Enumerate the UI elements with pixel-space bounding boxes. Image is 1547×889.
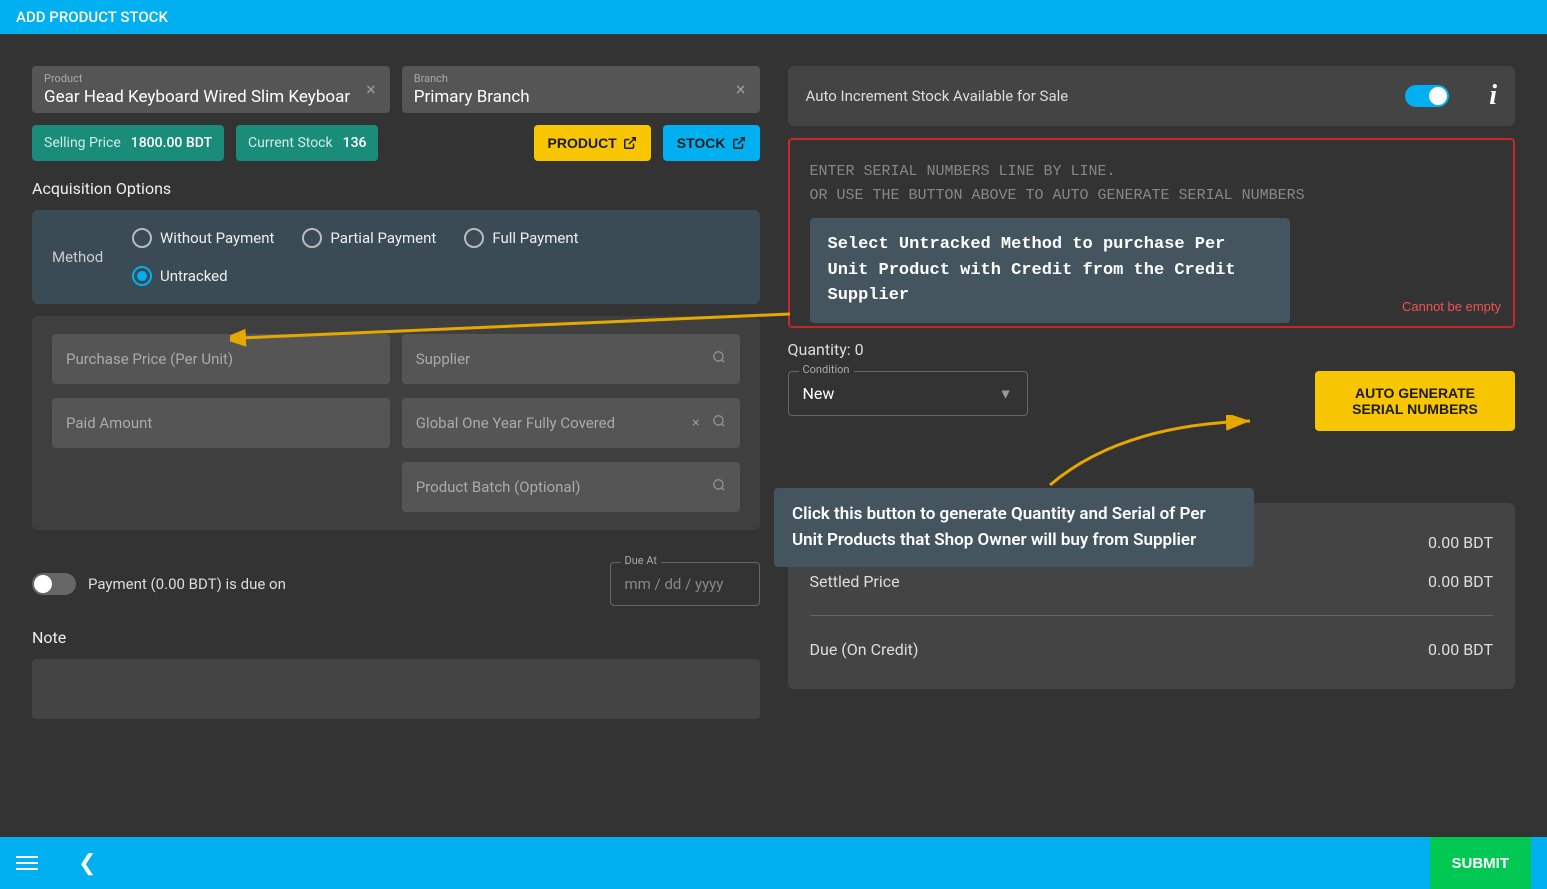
branch-value: Primary Branch	[414, 87, 748, 107]
due-at-placeholder: mm / dd / yyyy	[625, 575, 724, 593]
note-label: Note	[32, 628, 760, 647]
method-label: Method	[52, 248, 112, 266]
selling-price-label: Selling Price	[44, 135, 121, 151]
warranty-input[interactable]: Global One Year Fully Covered ×	[402, 398, 740, 448]
current-stock-value: 136	[343, 135, 367, 151]
due-at-field[interactable]: Due At mm / dd / yyyy	[610, 562, 760, 606]
clear-product-icon[interactable]: ×	[366, 79, 376, 100]
auto-generate-button[interactable]: AUTO GENERATE SERIAL NUMBERS	[1315, 371, 1515, 431]
auto-increment-row: Auto Increment Stock Available for Sale …	[788, 66, 1516, 126]
info-icon[interactable]: i	[1489, 80, 1497, 112]
branch-field[interactable]: Branch Primary Branch ×	[402, 66, 760, 113]
product-button-label: PRODUCT	[548, 135, 617, 151]
condition-value: New	[803, 384, 835, 403]
tooltip-untracked: Select Untracked Method to purchase Per …	[810, 218, 1290, 323]
radio-icon	[132, 228, 152, 248]
page-title: ADD PRODUCT STOCK	[16, 8, 168, 26]
payment-due-toggle[interactable]	[32, 573, 76, 595]
placeholder-text: Purchase Price (Per Unit)	[66, 350, 233, 368]
due-at-label: Due At	[621, 554, 662, 567]
current-stock-label: Current Stock	[248, 135, 333, 151]
due-row: Due (On Credit) 0.00 BDT	[810, 630, 1494, 669]
submit-button[interactable]: SUBMIT	[1430, 837, 1532, 889]
radio-label: Full Payment	[492, 229, 578, 247]
branch-label: Branch	[414, 72, 748, 85]
placeholder-text: Supplier	[416, 350, 470, 368]
radio-label: Partial Payment	[330, 229, 436, 247]
warranty-value: Global One Year Fully Covered	[416, 414, 615, 432]
stock-button[interactable]: STOCK	[663, 125, 760, 161]
radio-full-payment[interactable]: Full Payment	[464, 228, 578, 248]
auto-increment-label: Auto Increment Stock Available for Sale	[806, 87, 1069, 105]
price-value: 0.00 BDT	[1428, 533, 1493, 552]
external-link-icon	[623, 136, 637, 150]
method-panel: Method Without Payment Partial Payment F…	[32, 210, 760, 304]
current-stock-badge: Current Stock 136	[236, 125, 378, 161]
price-value: 0.00 BDT	[1428, 572, 1493, 591]
radio-icon	[464, 228, 484, 248]
serial-error-text: Cannot be empty	[1402, 297, 1501, 318]
settled-row: Settled Price 0.00 BDT	[810, 562, 1494, 601]
price-label: Settled Price	[810, 572, 900, 591]
search-icon[interactable]	[712, 414, 726, 432]
radio-label: Without Payment	[160, 229, 274, 247]
price-value: 0.00 BDT	[1428, 640, 1493, 659]
back-icon[interactable]: ❮	[78, 851, 96, 876]
serial-placeholder-line: ENTER SERIAL NUMBERS LINE BY LINE.	[810, 160, 1494, 184]
paid-amount-input[interactable]: Paid Amount	[52, 398, 390, 448]
serial-placeholder-line: OR USE THE BUTTON ABOVE TO AUTO GENERATE…	[810, 184, 1494, 208]
external-link-icon	[732, 136, 746, 150]
fields-panel: Purchase Price (Per Unit) Supplier Paid …	[32, 316, 760, 530]
condition-label: Condition	[799, 363, 854, 376]
page-title-bar: ADD PRODUCT STOCK	[0, 0, 1547, 34]
selling-price-value: 1800.00 BDT	[131, 135, 212, 151]
product-button[interactable]: PRODUCT	[534, 125, 651, 161]
placeholder-text: Product Batch (Optional)	[416, 478, 581, 496]
supplier-input[interactable]: Supplier	[402, 334, 740, 384]
price-label: Due (On Credit)	[810, 640, 919, 659]
tooltip-autogen: Click this button to generate Quantity a…	[774, 488, 1254, 567]
placeholder-text: Paid Amount	[66, 414, 152, 432]
condition-select[interactable]: Condition New ▼	[788, 371, 1028, 416]
serial-numbers-textarea[interactable]: ENTER SERIAL NUMBERS LINE BY LINE. OR US…	[788, 138, 1516, 328]
bottom-bar: ❮ SUBMIT	[0, 837, 1547, 889]
radio-icon	[302, 228, 322, 248]
product-field[interactable]: Product Gear Head Keyboard Wired Slim Ke…	[32, 66, 390, 113]
search-icon[interactable]	[712, 478, 726, 496]
payment-due-label: Payment (0.00 BDT) is due on	[88, 575, 286, 593]
radio-without-payment[interactable]: Without Payment	[132, 228, 274, 248]
note-textarea[interactable]	[32, 659, 760, 719]
menu-icon[interactable]	[16, 852, 38, 874]
product-label: Product	[44, 72, 378, 85]
radio-icon	[132, 266, 152, 286]
acquisition-title: Acquisition Options	[32, 179, 760, 198]
product-value: Gear Head Keyboard Wired Slim Keyboar	[44, 87, 378, 107]
auto-increment-toggle[interactable]	[1405, 85, 1449, 107]
clear-branch-icon[interactable]: ×	[736, 79, 746, 100]
chevron-down-icon: ▼	[999, 385, 1013, 402]
selling-price-badge: Selling Price 1800.00 BDT	[32, 125, 224, 161]
right-column: Auto Increment Stock Available for Sale …	[788, 66, 1516, 796]
divider	[810, 615, 1494, 616]
radio-label: Untracked	[160, 267, 228, 285]
purchase-price-input[interactable]: Purchase Price (Per Unit)	[52, 334, 390, 384]
quantity-label: Quantity: 0	[788, 340, 1516, 359]
left-column: Product Gear Head Keyboard Wired Slim Ke…	[32, 66, 760, 796]
radio-untracked[interactable]: Untracked	[132, 266, 274, 286]
close-icon[interactable]: ×	[692, 415, 699, 431]
product-batch-input[interactable]: Product Batch (Optional)	[402, 462, 740, 512]
search-icon[interactable]	[712, 350, 726, 368]
radio-partial-payment[interactable]: Partial Payment	[302, 228, 436, 248]
stock-button-label: STOCK	[677, 135, 726, 151]
